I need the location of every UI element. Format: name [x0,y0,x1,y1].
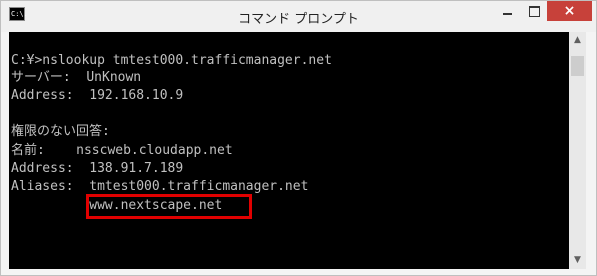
console-line-command: C:¥>nslookup tmtest000.trafficmanager.ne… [11,53,332,68]
scroll-down-arrow-icon[interactable]: ▼ [569,252,586,269]
console-output[interactable]: C:¥>nslookup tmtest000.trafficmanager.ne… [9,32,569,269]
scroll-thumb[interactable] [571,56,584,76]
maximize-button[interactable] [521,1,547,21]
scroll-up-arrow-icon[interactable]: ▲ [569,32,586,49]
console-line-server: サーバー: UnKnown [11,70,142,85]
close-button[interactable]: × [547,1,592,21]
close-icon: × [563,3,576,19]
highlight-box [86,194,252,219]
console-line-nonauthoritative: 権限のない回答: [11,124,110,139]
minimize-icon [503,13,512,15]
command-prompt-window: C:\. コマンド プロンプト × C:¥>nslookup tmtest000… [0,0,597,276]
title-bar[interactable]: C:\. コマンド プロンプト × [1,1,596,32]
maximize-icon [528,5,540,17]
vertical-scrollbar[interactable]: ▲ ▼ [569,32,586,269]
console-line-name: 名前: nsscweb.cloudapp.net [11,143,233,158]
console-line-address: Address: 138.91.7.189 [11,161,184,176]
minimize-button[interactable] [494,1,521,21]
console-line-server-address: Address: 192.168.10.9 [11,88,184,103]
